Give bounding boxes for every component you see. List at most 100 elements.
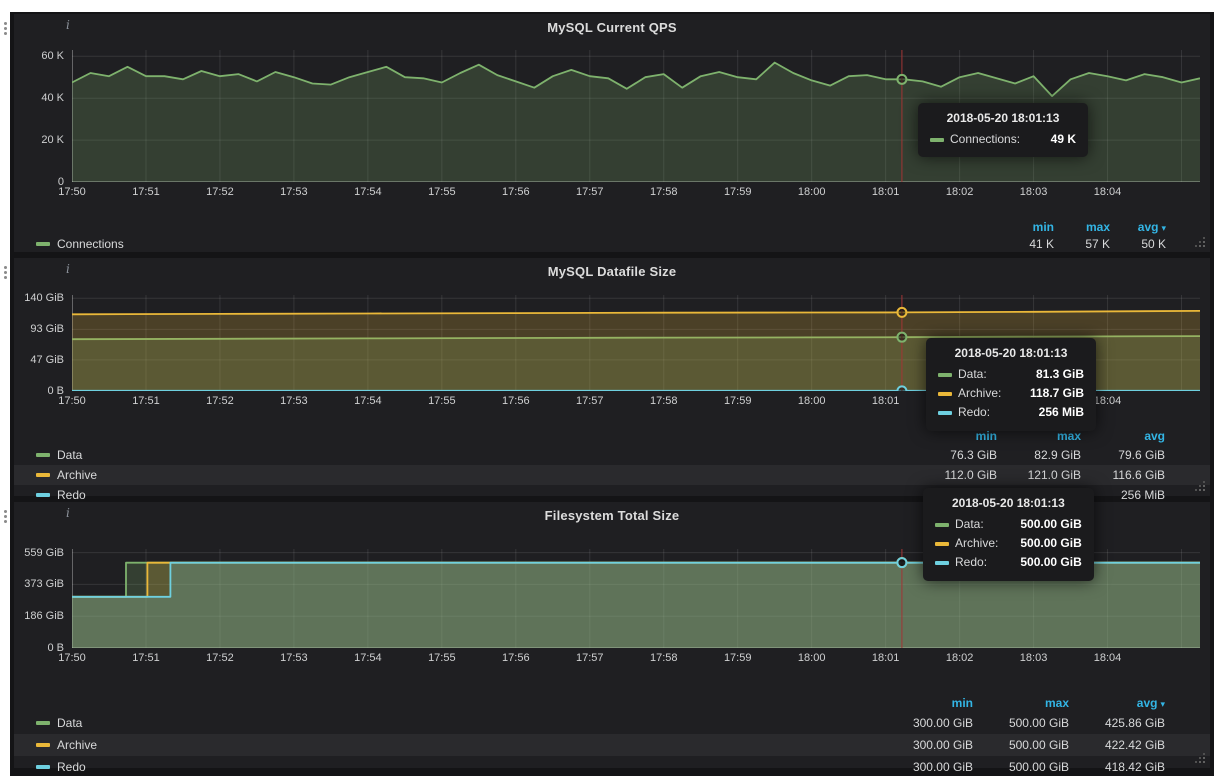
x-axis-tick-label: 17:51	[132, 186, 160, 198]
legend-stat-value: 300.00 GiB	[877, 760, 973, 774]
grafana-dashboard: i MySQL Current QPS 020 K40 K60 K17:5017…	[10, 12, 1214, 776]
legend-sort-max[interactable]: max	[973, 696, 1069, 710]
x-axis-tick-label: 18:04	[1094, 652, 1122, 664]
x-axis-tick-label: 18:00	[798, 395, 826, 407]
legend-series-label: Archive	[57, 468, 97, 482]
x-axis-tick-label: 17:59	[724, 652, 752, 664]
x-axis-tick-label: 17:56	[502, 395, 530, 407]
tooltip-series-value: 256 MiB	[1023, 403, 1084, 422]
tooltip-timestamp: 2018-05-20 18:01:13	[935, 496, 1082, 510]
x-axis-tick-label: 17:52	[206, 186, 234, 198]
legend-sort-max[interactable]: max	[997, 429, 1081, 443]
legend-sort-min[interactable]: min	[877, 696, 973, 710]
y-axis-tick-label: 40 K	[14, 92, 64, 104]
x-axis-tick-label: 17:51	[132, 652, 160, 664]
hover-tooltip: 2018-05-20 18:01:13 Connections:49 K	[918, 103, 1088, 157]
legend-series-toggle[interactable]: Data	[36, 716, 877, 730]
panel-resize-handle[interactable]	[1194, 752, 1206, 764]
x-axis-tick-label: 17:52	[206, 652, 234, 664]
x-axis-tick-label: 18:03	[1020, 652, 1048, 664]
x-axis-tick-label: 17:56	[502, 186, 530, 198]
legend-sort-min[interactable]: min	[998, 220, 1054, 234]
tooltip-series-name: Redo:	[958, 403, 990, 422]
series-color-icon	[935, 542, 949, 546]
panel-title[interactable]: MySQL Current QPS	[14, 20, 1210, 35]
x-axis-tick-label: 18:00	[798, 186, 826, 198]
tooltip-series-row: Connections:49 K	[930, 130, 1076, 149]
legend-stat-value: 425.86 GiB	[1069, 716, 1165, 730]
legend-sort-avg[interactable]: avg	[1081, 429, 1165, 443]
x-axis-tick-label: 18:04	[1094, 395, 1122, 407]
legend-series-toggle[interactable]: Redo	[36, 760, 877, 774]
tooltip-series-row: Archive:118.7 GiB	[938, 384, 1084, 403]
legend-series-label: Data	[57, 448, 82, 462]
series-color-icon	[938, 373, 952, 377]
legend-stat-value: 116.6 GiB	[1081, 468, 1165, 482]
legend-row: Data76.3 GiB82.9 GiB79.6 GiB	[14, 445, 1210, 465]
x-axis-tick-label: 17:54	[354, 395, 382, 407]
caret-down-icon: ▾	[1160, 699, 1165, 709]
legend-series-label: Redo	[57, 488, 86, 502]
x-axis-tick-label: 18:01	[872, 186, 900, 198]
tooltip-series-value: 81.3 GiB	[1020, 365, 1084, 384]
panel-resize-handle[interactable]	[1194, 480, 1206, 492]
x-axis-tick-label: 17:53	[280, 395, 308, 407]
legend: minmaxavg▾ Connections41 K57 K50 K	[14, 218, 1210, 252]
x-axis-tick-label: 17:57	[576, 395, 604, 407]
legend-stat-value: 41 K	[998, 237, 1054, 251]
legend-sort-max[interactable]: max	[1054, 220, 1110, 234]
tooltip-series-value: 500.00 GiB	[1004, 515, 1081, 534]
legend-series-label: Data	[57, 716, 82, 730]
legend-stat-value: 57 K	[1054, 237, 1110, 251]
x-axis-tick-label: 18:01	[872, 652, 900, 664]
x-axis-tick-label: 17:59	[724, 395, 752, 407]
x-axis-tick-label: 17:56	[502, 652, 530, 664]
series-color-icon	[36, 721, 50, 725]
x-axis-tick-label: 17:55	[428, 186, 456, 198]
x-axis-tick-label: 17:50	[58, 186, 86, 198]
x-axis-tick-label: 17:55	[428, 395, 456, 407]
x-axis-tick-label: 17:58	[650, 652, 678, 664]
legend-row: Data300.00 GiB500.00 GiB425.86 GiB	[14, 712, 1210, 734]
tooltip-timestamp: 2018-05-20 18:01:13	[930, 111, 1076, 125]
x-axis-tick-label: 18:00	[798, 652, 826, 664]
legend-stat-value: 300.00 GiB	[877, 738, 973, 752]
series-color-icon	[36, 242, 50, 246]
x-axis-tick-label: 17:52	[206, 395, 234, 407]
legend-series-toggle[interactable]: Data	[36, 448, 913, 462]
legend-series-toggle[interactable]: Archive	[36, 468, 913, 482]
series-color-icon	[930, 138, 944, 142]
tooltip-series-value: 118.7 GiB	[1014, 384, 1084, 403]
y-axis-tick-label: 0 B	[14, 385, 64, 397]
y-axis-tick-label: 0	[14, 176, 64, 188]
x-axis-tick-label: 18:04	[1094, 186, 1122, 198]
legend-sort-avg[interactable]: avg▾	[1069, 696, 1165, 710]
y-axis-tick-label: 140 GiB	[14, 292, 64, 304]
panel-header[interactable]: i MySQL Datafile Size	[14, 258, 1210, 286]
panel-header[interactable]: i MySQL Current QPS	[14, 14, 1210, 42]
panel-resize-handle[interactable]	[1194, 236, 1206, 248]
x-axis-tick-label: 17:57	[576, 652, 604, 664]
tooltip-series-name: Data:	[955, 515, 984, 534]
y-axis-tick-label: 0 B	[14, 642, 64, 654]
x-axis-tick-label: 17:59	[724, 186, 752, 198]
legend-stat-value: 79.6 GiB	[1081, 448, 1165, 462]
y-axis-tick-label: 60 K	[14, 50, 64, 62]
legend-stat-value: 82.9 GiB	[997, 448, 1081, 462]
legend-sort-avg[interactable]: avg▾	[1110, 220, 1166, 234]
y-axis-tick-label: 186 GiB	[14, 610, 64, 622]
tooltip-series-row: Archive:500.00 GiB	[935, 534, 1082, 553]
legend-series-toggle[interactable]: Archive	[36, 738, 877, 752]
legend-series-toggle[interactable]: Connections	[36, 237, 998, 251]
legend-sort-min[interactable]: min	[913, 429, 997, 443]
legend-stat-value: 50 K	[1110, 237, 1166, 251]
legend-stat-value: 422.42 GiB	[1069, 738, 1165, 752]
x-axis-tick-label: 17:50	[58, 395, 86, 407]
x-axis-tick-label: 17:53	[280, 186, 308, 198]
x-axis-tick-label: 18:01	[872, 395, 900, 407]
tooltip-series-value: 500.00 GiB	[1004, 534, 1081, 553]
y-axis-tick-label: 93 GiB	[14, 323, 64, 335]
legend-series-toggle[interactable]: Redo	[36, 488, 913, 502]
panel-title[interactable]: MySQL Datafile Size	[14, 264, 1210, 279]
tooltip-timestamp: 2018-05-20 18:01:13	[938, 346, 1084, 360]
